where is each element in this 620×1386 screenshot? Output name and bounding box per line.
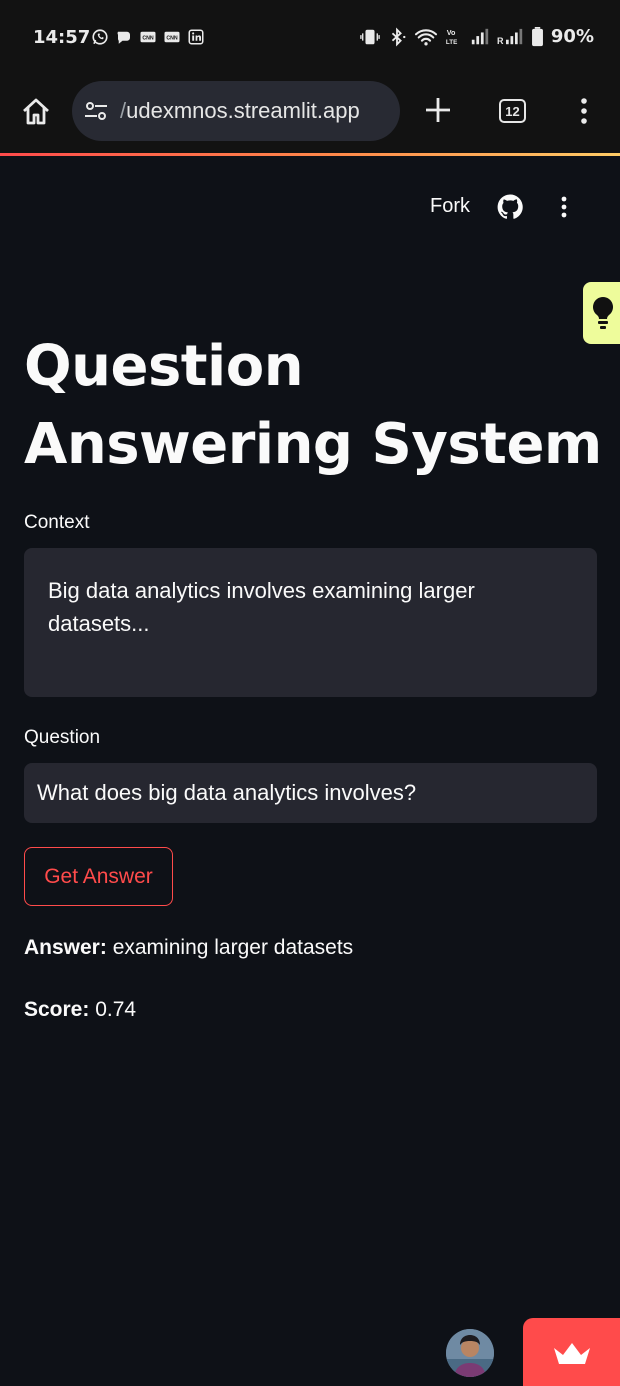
plus-icon[interactable]	[424, 96, 452, 124]
more-vert-icon[interactable]	[575, 96, 593, 126]
question-input[interactable]	[24, 763, 597, 823]
browser-toolbar: /udexmnos.streamlit.app 12	[0, 76, 620, 154]
lightbulb-icon	[593, 297, 613, 329]
battery-icon	[531, 26, 543, 46]
github-icon[interactable]	[497, 194, 523, 220]
status-bar: 14:57 CNN CNN Vo LTE R 90%	[0, 0, 620, 76]
context-textarea[interactable]: Big data analytics involves examining la…	[24, 548, 597, 697]
answer-label: Answer:	[24, 936, 107, 959]
notification-icons: CNN CNN	[91, 28, 205, 46]
linkedin-icon	[187, 28, 205, 46]
get-answer-button[interactable]: Get Answer	[24, 847, 173, 906]
svg-text:R: R	[497, 36, 504, 46]
battery-percent: 90%	[550, 26, 594, 47]
svg-text:Vo: Vo	[447, 28, 456, 37]
svg-text:LTE: LTE	[446, 39, 457, 46]
page-load-bar	[0, 153, 620, 156]
more-vert-icon[interactable]	[558, 195, 570, 219]
signal-icon	[471, 28, 489, 44]
system-status-icons: Vo LTE R 90%	[360, 26, 594, 47]
answer-line: Answer: examining larger datasets	[24, 936, 353, 960]
volte-icon: Vo LTE	[446, 28, 457, 46]
home-icon[interactable]	[20, 96, 52, 128]
url-text: /udexmnos.streamlit.app	[120, 98, 360, 124]
question-label: Question	[24, 727, 101, 748]
score-label: Score:	[24, 998, 90, 1021]
streamlit-crown-icon	[554, 1343, 590, 1364]
page-title-line-2: Answering System	[24, 412, 602, 477]
answer-value: examining larger datasets	[112, 936, 354, 959]
user-avatar[interactable]	[446, 1329, 494, 1377]
wifi-icon	[414, 28, 437, 45]
page-title: Question Answering System	[24, 328, 604, 484]
whatsapp-icon	[91, 28, 109, 46]
bluetooth-icon	[391, 27, 406, 46]
svg-text:CNN: CNN	[166, 35, 178, 41]
url-host: udexmnos.streamlit.app	[126, 98, 360, 123]
page-title-line-1: Question	[24, 334, 304, 399]
fork-link[interactable]: Fork	[430, 195, 470, 218]
vibrate-icon	[360, 29, 380, 44]
tune-icon[interactable]	[84, 101, 108, 121]
streamlit-badge[interactable]	[523, 1318, 620, 1386]
screen: 14:57 CNN CNN Vo LTE R 90% /udexmnos.str…	[0, 0, 620, 1386]
score-line: Score: 0.74	[24, 998, 136, 1022]
signal-roaming-icon: R	[497, 28, 523, 46]
score-value: 0.74	[95, 998, 137, 1021]
status-time: 14:57	[33, 27, 91, 48]
address-bar[interactable]: /udexmnos.streamlit.app	[72, 81, 400, 141]
cnn-icon: CNN	[139, 28, 157, 46]
cnn-icon: CNN	[163, 28, 181, 46]
chat-bubble-icon	[115, 28, 133, 46]
svg-text:CNN: CNN	[142, 35, 154, 41]
context-label: Context	[24, 512, 90, 533]
tab-switcher-button[interactable]: 12	[499, 99, 526, 123]
